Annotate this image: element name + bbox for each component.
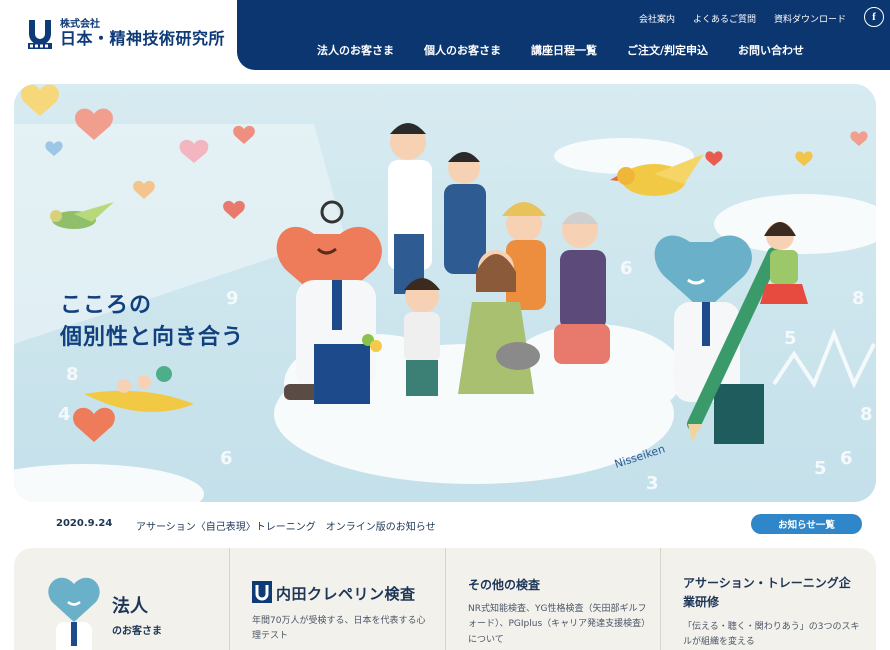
company-logo[interactable]: 株式会社 日本・精神技術研究所 — [26, 18, 225, 50]
card-other-tests[interactable]: その他の検査 NR式知能検査、YG性格検査（矢田部ギルフォード）、PGIplus… — [446, 548, 661, 650]
svg-text:6: 6 — [620, 258, 633, 279]
utility-link-download[interactable]: 資料ダウンロード — [774, 12, 846, 25]
logo-mark-icon — [26, 18, 54, 50]
nav-individual[interactable]: 個人のお客さま — [424, 42, 501, 58]
card-corporate-subtitle: のお客さま — [112, 626, 162, 637]
news-date: 2020.9.24 — [56, 518, 113, 529]
company-name: 日本・精神技術研究所 — [60, 28, 226, 48]
news-title-link[interactable]: アサーション〈自己表現〉トレーニング オンライン版のお知らせ — [136, 518, 436, 533]
heart-doctor-icon — [48, 577, 100, 650]
hero-banner: 9 6 8 5 7 8 6 5 6 3 8 4 Nisseiken こころの 個… — [14, 84, 876, 502]
utility-link-company[interactable]: 会社案内 — [639, 12, 675, 25]
card-uchida-desc: 年間70万人が受検する、日本を代表する心理テスト — [252, 616, 426, 642]
nav-order[interactable]: ご注文/判定申込 — [627, 42, 708, 58]
hero-tagline: こころの 個別性と向き合う — [60, 290, 244, 354]
nav-corporate[interactable]: 法人のお客さま — [317, 42, 394, 58]
svg-text:8: 8 — [66, 364, 79, 385]
tagline-line-2: 個別性と向き合う — [60, 324, 245, 350]
uchida-logo-text: 内田クレペリン検査 — [276, 585, 416, 603]
svg-text:6: 6 — [220, 448, 233, 469]
svg-text:4: 4 — [58, 404, 71, 425]
uchida-logo-icon — [252, 581, 272, 603]
header-navbar: 会社案内 よくあるご質問 資料ダウンロード f 法人のお客さま 個人のお客さま … — [237, 0, 890, 70]
card-uchida-kraepelin[interactable]: 内田クレペリン検査 年間70万人が受検する、日本を代表する心理テスト — [230, 548, 446, 650]
tagline-line-1: こころの — [60, 293, 153, 318]
facebook-icon[interactable]: f — [864, 7, 884, 27]
utility-links: 会社案内 よくあるご質問 資料ダウンロード — [639, 12, 846, 25]
card-assertion-training[interactable]: アサーション・トレーニング企業研修 「伝える・聴く・関わりあう」の3つのスキルが… — [661, 548, 876, 650]
svg-text:8: 8 — [852, 288, 865, 309]
utility-link-faq[interactable]: よくあるご質問 — [693, 12, 756, 25]
svg-text:6: 6 — [840, 448, 853, 469]
card-other-title: その他の検査 — [468, 578, 541, 592]
card-assertion-title: アサーション・トレーニング企業研修 — [683, 576, 851, 610]
news-bar: 2020.9.24 アサーション〈自己表現〉トレーニング オンライン版のお知らせ… — [0, 512, 890, 538]
svg-text:3: 3 — [646, 473, 659, 494]
card-other-desc: NR式知能検査、YG性格検査（矢田部ギルフォード）、PGIplus（キャリア発達… — [468, 604, 647, 645]
svg-text:5: 5 — [784, 328, 797, 349]
svg-text:5: 5 — [814, 458, 827, 479]
card-corporate[interactable]: 法人 のお客さま — [14, 548, 230, 650]
service-cards: 法人 のお客さま 内田クレペリン検査 年間70万人が受検する、日本を代表する心理… — [14, 548, 876, 650]
nav-schedule[interactable]: 講座日程一覧 — [531, 42, 597, 58]
nav-contact[interactable]: お問い合わせ — [738, 42, 804, 58]
news-list-button[interactable]: お知らせ一覧 — [751, 514, 862, 534]
svg-text:8: 8 — [860, 404, 873, 425]
main-nav: 法人のお客さま 個人のお客さま 講座日程一覧 ご注文/判定申込 お問い合わせ — [317, 42, 804, 58]
card-corporate-title: 法人 — [112, 596, 148, 617]
card-assertion-desc: 「伝える・聴く・関わりあう」の3つのスキルが組織を変える — [683, 622, 860, 648]
